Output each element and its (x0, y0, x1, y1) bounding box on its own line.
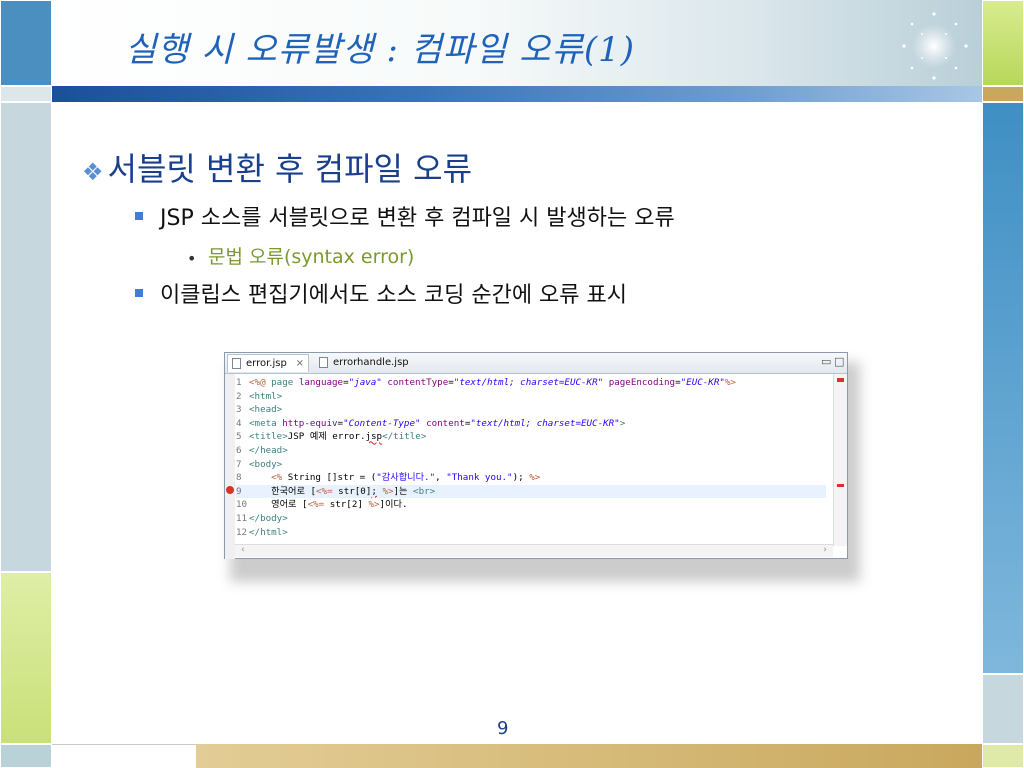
square-bullet-icon (135, 289, 143, 297)
page-number: 9 (497, 718, 509, 739)
bullet-item: JSP 소스를 서블릿으로 변환 후 컴파일 시 발생하는 오류 (160, 206, 675, 231)
code-line: 5 <title>JSP 예제 error.jsp</title> (236, 431, 427, 443)
tab-errorhandle-jsp[interactable]: errorhandle.jsp (315, 354, 423, 372)
tab-label: errorhandle.jsp (333, 357, 409, 368)
editor-tab-bar: error.jsp ⨯ errorhandle.jsp ▭ □ (225, 353, 847, 374)
code-line: 12 </html> (236, 526, 288, 538)
file-icon (319, 357, 328, 368)
code-line: 7 <body> (236, 458, 283, 470)
diamond-bullet-icon: ❖ (82, 158, 104, 186)
code-line: 3 <head> (236, 404, 283, 416)
vertical-scrollbar[interactable] (833, 374, 847, 546)
section-heading: ❖ 서블릿 변환 후 컴파일 오류 (82, 144, 472, 190)
dot-bullet-icon: • (187, 249, 197, 268)
footer-bar (196, 744, 982, 768)
code-line-error: 9 한국어로 [<%= str[0]; %>]는 <br> (236, 484, 826, 499)
code-line: 8 <% String []str = ("감사합니다.", "Thank yo… (236, 472, 541, 484)
tab-label: error.jsp (246, 358, 287, 369)
code-line: 10 영어로 [<%= str[2] %>]이다. (236, 499, 408, 511)
editor-gutter (225, 374, 235, 559)
tab-error-jsp[interactable]: error.jsp ⨯ (227, 354, 309, 372)
error-overview-marker[interactable] (837, 484, 844, 487)
sparkle-icon (902, 12, 968, 80)
scroll-right-icon[interactable]: › (823, 545, 827, 555)
code-area[interactable]: 1 <%@ page language="java" contentType="t… (236, 376, 826, 539)
bullet-item: 이클립스 편집기에서도 소스 코딩 순간에 오류 표시 (160, 283, 628, 308)
horizontal-scrollbar[interactable]: ‹ › (235, 544, 833, 557)
header-stripe (52, 86, 982, 102)
maximize-icon[interactable]: □ (834, 355, 844, 368)
code-line: 6 </head> (236, 444, 288, 456)
code-line: 4 <meta http-equiv="Content-Type" content… (236, 417, 626, 429)
code-line: 11 </body> (236, 512, 288, 524)
minimize-icon[interactable]: ▭ (821, 355, 831, 368)
error-overview-marker[interactable] (837, 378, 844, 382)
footer-left-block (52, 744, 196, 768)
section-heading-text: 서블릿 변환 후 컴파일 오류 (107, 150, 473, 188)
square-bullet-icon (135, 212, 143, 220)
scroll-left-icon[interactable]: ‹ (241, 545, 245, 555)
slide-title: 실행 시 오류발생 : 컴파일 오류(1) (125, 30, 636, 70)
code-line: 1 <%@ page language="java" contentType="t… (236, 377, 736, 388)
code-editor-screenshot: error.jsp ⨯ errorhandle.jsp ▭ □ 1 <%@ pag… (224, 352, 848, 559)
close-icon[interactable]: ⨯ (296, 355, 304, 373)
error-marker-icon[interactable] (226, 486, 234, 494)
file-icon (232, 358, 241, 369)
sub-bullet-item: 문법 오류(syntax error) (208, 246, 415, 268)
code-line: 2 <html> (236, 390, 283, 402)
